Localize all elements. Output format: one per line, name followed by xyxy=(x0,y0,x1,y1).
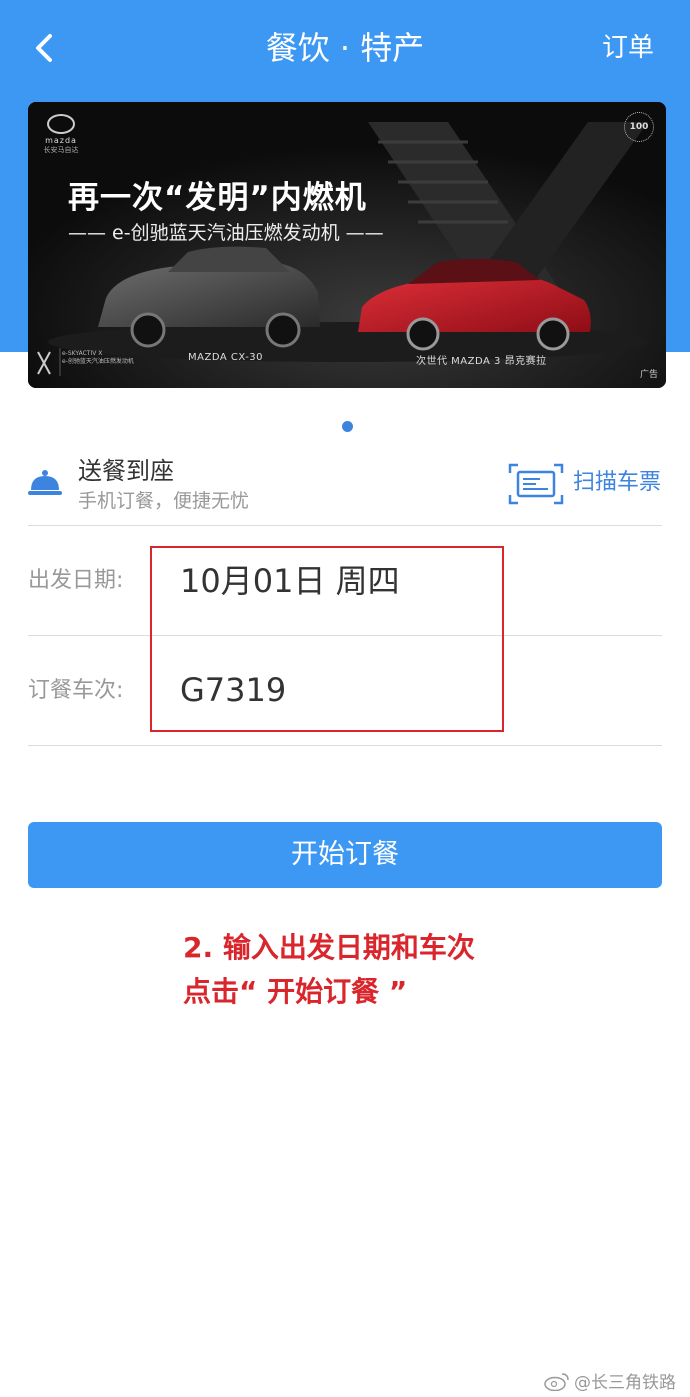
ad-tag: 广告 xyxy=(639,370,658,380)
delivery-title: 送餐到座 xyxy=(78,457,174,485)
ad-banner[interactable]: mazda 长安马自达 100 再一次“发明”内燃机 —— e-创驰蓝天汽油压燃… xyxy=(28,102,666,388)
mazda-logo: mazda 长安马自达 xyxy=(38,114,84,155)
page-title: 餐饮 · 特产 xyxy=(265,29,425,67)
banner-skyactiv-text: e-SKYACTIV X e-创驰蓝天汽油压燃发动机 xyxy=(62,350,134,365)
cloche-icon xyxy=(28,470,62,495)
train-number-label: 订餐车次: xyxy=(28,678,124,703)
banner-artwork xyxy=(28,102,666,388)
delivery-subtitle: 手机订餐，便捷无忧 xyxy=(78,490,250,512)
departure-date-label: 出发日期: xyxy=(28,568,124,593)
start-order-button[interactable]: 开始订餐 xyxy=(28,822,662,888)
weibo-icon xyxy=(544,1372,569,1391)
banner-headline: 再一次“发明”内燃机 xyxy=(68,180,367,216)
divider xyxy=(28,525,662,526)
banner-model-left: MAZDA CX-30 xyxy=(188,352,264,363)
scan-ticket-button[interactable]: 扫描车票 xyxy=(573,468,661,498)
order-link[interactable]: 订单 xyxy=(602,30,654,66)
ticket-scan-icon[interactable] xyxy=(508,463,564,505)
divider xyxy=(28,745,662,746)
watermark: @长三角铁路 xyxy=(544,1368,676,1393)
instruction-note: 2. 输入出发日期和车次 点击“ 开始订餐 ” xyxy=(183,931,475,1008)
banner-subline: —— e-创驰蓝天汽油压燃发动机 —— xyxy=(68,222,384,244)
anniversary-badge: 100 xyxy=(624,112,654,142)
carousel-indicator-dot[interactable] xyxy=(342,421,353,432)
highlight-box xyxy=(150,546,504,732)
banner-model-right: 次世代 MAZDA 3 昂克赛拉 xyxy=(416,356,547,367)
